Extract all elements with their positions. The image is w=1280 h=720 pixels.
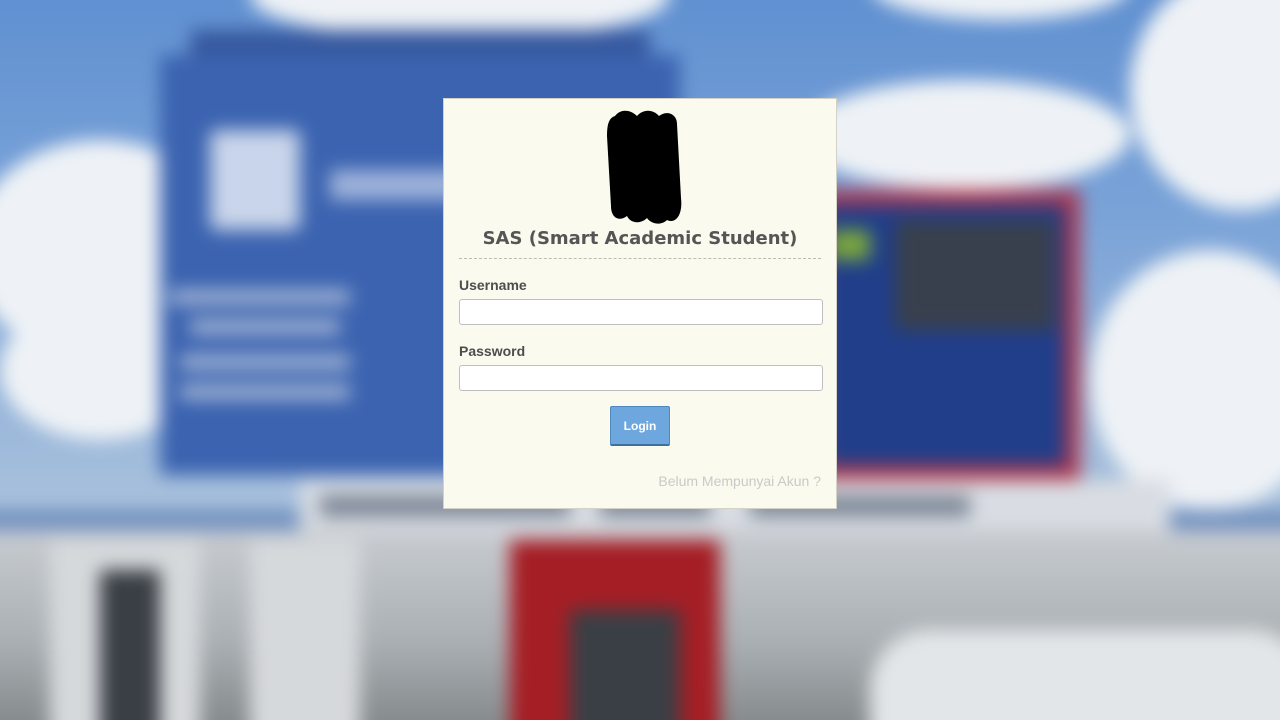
logo [459, 99, 821, 224]
username-label: Username [459, 277, 527, 293]
register-link[interactable]: Belum Mempunyai Akun ? [459, 473, 821, 489]
title-divider [459, 258, 821, 259]
password-label: Password [459, 343, 526, 359]
login-button[interactable]: Login [610, 406, 670, 446]
redacted-logo-icon [607, 110, 682, 224]
button-row: Login [459, 406, 821, 446]
password-input[interactable] [459, 365, 823, 391]
username-input[interactable] [459, 299, 823, 325]
page-title: SAS (Smart Academic Student) [482, 228, 798, 249]
login-panel: SAS (Smart Academic Student) Username Pa… [443, 98, 837, 509]
